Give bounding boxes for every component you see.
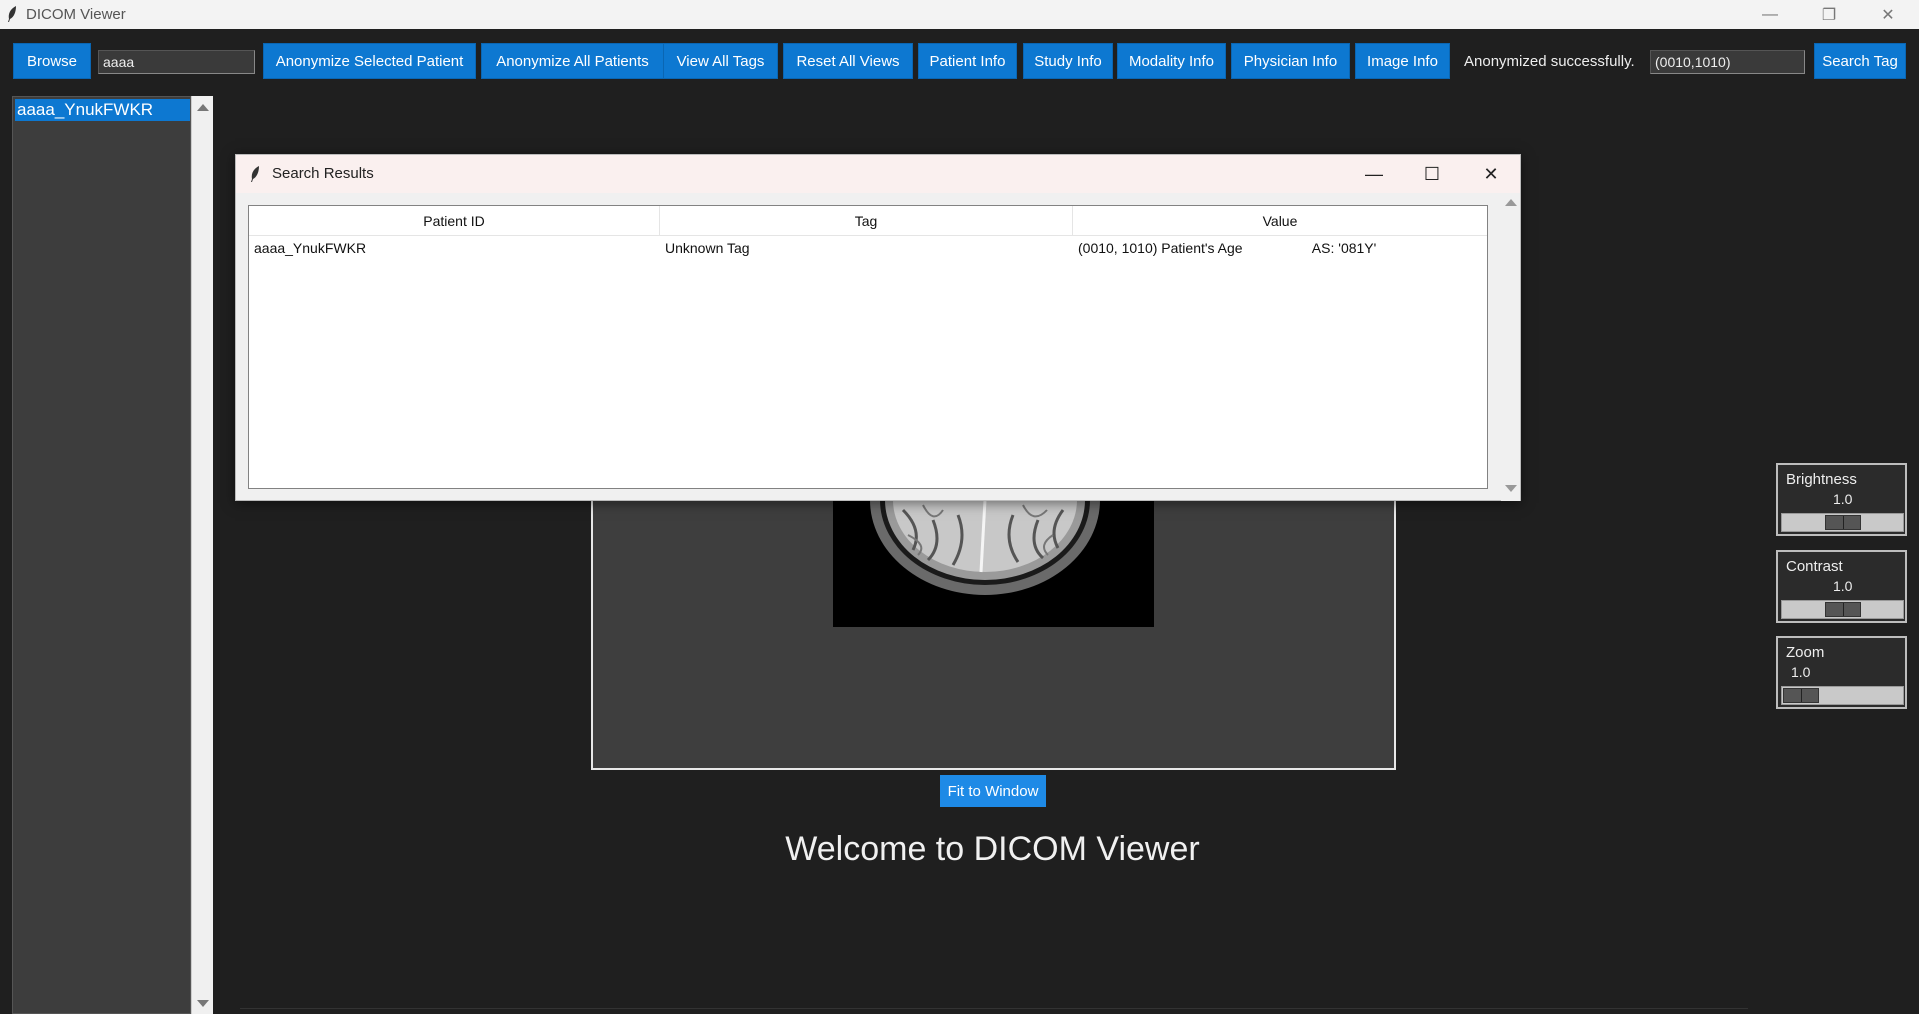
zoom-slider-handle[interactable] [1783,688,1819,703]
contrast-label: Contrast [1786,558,1843,575]
dialog-close-button[interactable]: ✕ [1462,155,1520,193]
search-tag-button[interactable]: Search Tag [1814,43,1906,79]
browse-button[interactable]: Browse [13,43,91,79]
scroll-down-icon[interactable] [197,1000,209,1007]
window-title: DICOM Viewer [26,6,126,23]
table-header: Patient ID Tag Value [249,206,1487,236]
zoom-slider[interactable] [1781,686,1904,705]
column-header-patient-id[interactable]: Patient ID [249,206,660,236]
zoom-slider-panel: Zoom 1.0 [1776,636,1907,709]
restore-button[interactable]: ❐ [1800,0,1858,29]
welcome-heading: Welcome to DICOM Viewer [785,830,1200,868]
zoom-label: Zoom [1786,644,1825,661]
patient-list-scrollbar[interactable] [191,96,213,1014]
anonymize-selected-button[interactable]: Anonymize Selected Patient [263,43,476,79]
minimize-icon: — [1365,163,1383,184]
physician-info-button[interactable]: Physician Info [1231,43,1350,79]
dialog-title: Search Results [272,165,374,182]
mri-scan-image [833,500,1154,627]
divider [240,1008,1748,1009]
brightness-slider-handle[interactable] [1825,515,1861,530]
patient-info-button[interactable]: Patient Info [918,43,1017,79]
image-info-button[interactable]: Image Info [1355,43,1450,79]
brightness-slider-panel: Brightness 1.0 [1776,463,1907,536]
patient-search-input[interactable]: aaaa [98,50,255,74]
title-bar: DICOM Viewer — ❐ ✕ [0,0,1919,29]
contrast-slider-handle[interactable] [1825,602,1861,617]
scroll-up-icon[interactable] [197,104,209,111]
anonymize-all-button[interactable]: Anonymize All Patients [481,43,664,79]
reset-all-views-button[interactable]: Reset All Views [783,43,913,79]
status-message: Anonymized successfully. [1464,53,1635,70]
feather-icon [251,166,259,182]
dialog-maximize-button[interactable]: ☐ [1403,155,1461,193]
search-results-dialog: Search Results — ☐ ✕ Patient ID Tag Valu… [235,154,1521,501]
brightness-label: Brightness [1786,471,1857,488]
results-table[interactable]: Patient ID Tag Value aaaa_YnukFWKR Unkno… [248,205,1488,489]
column-header-value[interactable]: Value [1073,206,1487,236]
close-icon: ✕ [1483,163,1499,184]
list-item[interactable]: aaaa_YnukFWKR [15,99,190,121]
tag-search-input[interactable]: (0010,1010) [1650,50,1805,74]
modality-info-button[interactable]: Modality Info [1117,43,1226,79]
cell-tag: Unknown Tag [665,240,750,256]
view-all-tags-button[interactable]: View All Tags [663,43,778,79]
column-header-tag[interactable]: Tag [660,206,1073,236]
close-icon: ✕ [1881,6,1895,24]
maximize-icon: ☐ [1423,163,1441,184]
dialog-scrollbar[interactable] [1501,193,1520,501]
fit-to-window-button[interactable]: Fit to Window [940,775,1046,807]
close-button[interactable]: ✕ [1859,0,1917,29]
scroll-up-icon[interactable] [1505,199,1517,206]
brightness-value: 1.0 [1833,491,1853,507]
cell-value: (0010, 1010) Patient's Age AS: '081Y' [1078,240,1377,256]
minimize-icon: — [1762,5,1778,23]
brightness-slider[interactable] [1781,513,1904,532]
contrast-slider-panel: Contrast 1.0 [1776,550,1907,623]
dialog-title-bar[interactable]: Search Results — ☐ ✕ [236,155,1520,193]
cell-patient-id: aaaa_YnukFWKR [254,240,367,256]
toolbar: Browse aaaa Anonymize Selected Patient A… [0,29,1919,95]
study-info-button[interactable]: Study Info [1023,43,1113,79]
minimize-button[interactable]: — [1741,0,1799,29]
restore-icon: ❐ [1821,6,1837,24]
patient-list[interactable]: aaaa_YnukFWKR [12,96,191,1014]
contrast-slider[interactable] [1781,600,1904,619]
scroll-down-icon[interactable] [1505,485,1517,492]
dialog-minimize-button[interactable]: — [1345,155,1403,193]
dicom-image [833,500,1154,627]
contrast-value: 1.0 [1833,578,1853,594]
feather-icon [8,6,16,22]
zoom-value: 1.0 [1791,664,1811,680]
